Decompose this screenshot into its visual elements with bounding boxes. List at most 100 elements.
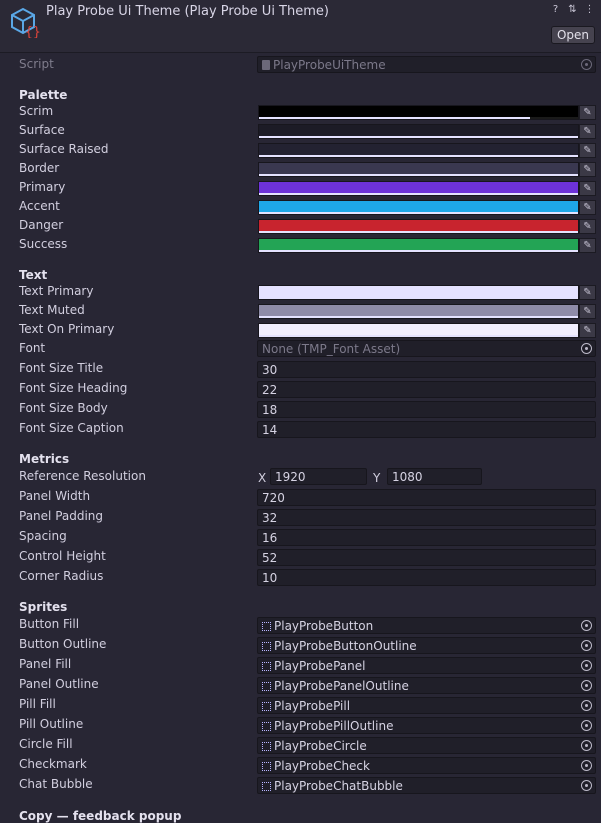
- alpha-bar: [259, 316, 578, 318]
- font-size-heading-field[interactable]: 22: [257, 381, 596, 398]
- checkmark-field[interactable]: PlayProbeCheck: [257, 757, 596, 774]
- font-size-body-field[interactable]: 18: [257, 401, 596, 418]
- object-picker-icon[interactable]: [581, 740, 592, 751]
- text-text-on-primary-label: Text On Primary: [19, 322, 115, 336]
- resolution-x-field[interactable]: 1920: [270, 468, 367, 485]
- button-fill-label: Button Fill: [19, 617, 80, 631]
- palette-danger-label: Danger: [19, 218, 64, 232]
- help-icon[interactable]: ?: [550, 4, 561, 15]
- pill-outline-field-value: PlayProbePillOutline: [274, 719, 394, 733]
- panel-outline-field-value: PlayProbePanelOutline: [274, 679, 409, 693]
- corner-radius-field[interactable]: 10: [257, 569, 596, 586]
- panel-width-field[interactable]: 720: [257, 489, 596, 506]
- control-height-field[interactable]: 52: [257, 549, 596, 566]
- palette-primary-label: Primary: [19, 180, 66, 194]
- button-outline-label: Button Outline: [19, 637, 107, 651]
- resolution-y-field[interactable]: 1080: [387, 468, 482, 485]
- palette-surface-color-swatch[interactable]: [258, 124, 579, 139]
- eyedropper-icon[interactable]: ✎: [579, 304, 596, 319]
- button-fill-field-value: PlayProbeButton: [274, 619, 374, 633]
- sprite-icon: [262, 682, 271, 691]
- font-field[interactable]: None (TMP_Font Asset): [257, 340, 596, 357]
- palette-surface-raised-color-swatch[interactable]: [258, 143, 579, 158]
- button-fill-field[interactable]: PlayProbeButton: [257, 617, 596, 634]
- pill-outline-field[interactable]: PlayProbePillOutline: [257, 717, 596, 734]
- metrics-heading: Metrics: [19, 452, 70, 466]
- spacing-field[interactable]: 16: [257, 529, 596, 546]
- palette-primary-color-swatch[interactable]: [258, 181, 579, 196]
- eyedropper-icon[interactable]: ✎: [579, 285, 596, 300]
- text-text-muted-color-swatch[interactable]: [258, 304, 579, 319]
- eyedropper-icon[interactable]: ✎: [579, 181, 596, 196]
- object-picker-icon[interactable]: [581, 620, 592, 631]
- font-size-body-label: Font Size Body: [19, 401, 108, 415]
- corner-radius-label: Corner Radius: [19, 569, 104, 583]
- more-menu-icon[interactable]: ⋮: [584, 4, 595, 15]
- sprite-icon: [262, 782, 271, 791]
- presets-icon[interactable]: ⇅: [567, 4, 578, 15]
- object-picker-icon[interactable]: [581, 59, 592, 70]
- panel-padding-label: Panel Padding: [19, 509, 104, 523]
- button-outline-field[interactable]: PlayProbeButtonOutline: [257, 637, 596, 654]
- spacing-label: Spacing: [19, 529, 67, 543]
- font-size-caption-field[interactable]: 14: [257, 421, 596, 438]
- alpha-bar: [259, 117, 531, 119]
- object-picker-icon[interactable]: [581, 660, 592, 671]
- object-picker-icon[interactable]: [581, 780, 592, 791]
- eyedropper-icon[interactable]: ✎: [579, 143, 596, 158]
- alpha-bar: [259, 155, 578, 157]
- eyedropper-icon[interactable]: ✎: [579, 124, 596, 139]
- alpha-bar: [259, 231, 578, 233]
- object-picker-icon[interactable]: [581, 700, 592, 711]
- text-text-primary-color-swatch[interactable]: [258, 285, 579, 300]
- circle-fill-field-value: PlayProbeCircle: [274, 739, 367, 753]
- eyedropper-icon[interactable]: ✎: [579, 200, 596, 215]
- pill-outline-label: Pill Outline: [19, 717, 84, 731]
- circle-fill-field[interactable]: PlayProbeCircle: [257, 737, 596, 754]
- palette-heading: Palette: [19, 88, 68, 102]
- eyedropper-icon[interactable]: ✎: [579, 238, 596, 253]
- panel-padding-field[interactable]: 32: [257, 509, 596, 526]
- eyedropper-icon[interactable]: ✎: [579, 323, 596, 338]
- object-picker-icon[interactable]: [581, 760, 592, 771]
- palette-danger-color-swatch[interactable]: [258, 219, 579, 234]
- font-field-value: None (TMP_Font Asset): [262, 342, 401, 356]
- palette-surface-label: Surface: [19, 123, 65, 137]
- object-picker-icon[interactable]: [581, 680, 592, 691]
- alpha-bar: [259, 174, 578, 176]
- text-heading: Text: [19, 268, 48, 282]
- chat-bubble-field[interactable]: PlayProbeChatBubble: [257, 777, 596, 794]
- text-text-on-primary-color-swatch[interactable]: [258, 323, 579, 338]
- palette-scrim-label: Scrim: [19, 104, 54, 118]
- open-button[interactable]: Open: [551, 26, 595, 44]
- eyedropper-icon[interactable]: ✎: [579, 162, 596, 177]
- object-picker-icon[interactable]: [581, 640, 592, 651]
- alpha-bar: [259, 212, 578, 214]
- text-text-primary-label: Text Primary: [19, 284, 94, 298]
- inspector-header: {} Play Probe Ui Theme (Play Probe Ui Th…: [0, 0, 601, 53]
- panel-fill-field[interactable]: PlayProbePanel: [257, 657, 596, 674]
- pill-fill-field[interactable]: PlayProbePill: [257, 697, 596, 714]
- chat-bubble-field-value: PlayProbeChatBubble: [274, 779, 403, 793]
- palette-accent-color-swatch[interactable]: [258, 200, 579, 215]
- palette-accent-label: Accent: [19, 199, 60, 213]
- palette-success-color-swatch[interactable]: [258, 238, 579, 253]
- alpha-bar: [259, 335, 578, 337]
- eyedropper-icon[interactable]: ✎: [579, 219, 596, 234]
- text-text-muted-label: Text Muted: [19, 303, 85, 317]
- palette-border-color-swatch[interactable]: [258, 162, 579, 177]
- pill-fill-field-value: PlayProbePill: [274, 699, 351, 713]
- checkmark-field-value: PlayProbeCheck: [274, 759, 370, 773]
- object-picker-icon[interactable]: [581, 720, 592, 731]
- font-size-heading-label: Font Size Heading: [19, 381, 128, 395]
- font-size-title-field[interactable]: 30: [257, 361, 596, 378]
- object-picker-icon[interactable]: [581, 343, 592, 354]
- font-size-caption-label: Font Size Caption: [19, 421, 124, 435]
- button-outline-field-value: PlayProbeButtonOutline: [274, 639, 417, 653]
- palette-scrim-color-swatch[interactable]: [258, 105, 579, 120]
- panel-outline-field[interactable]: PlayProbePanelOutline: [257, 677, 596, 694]
- palette-surface-raised-label: Surface Raised: [19, 142, 109, 156]
- eyedropper-icon[interactable]: ✎: [579, 105, 596, 120]
- script-field[interactable]: PlayProbeUiTheme: [257, 56, 596, 73]
- pill-fill-label: Pill Fill: [19, 697, 56, 711]
